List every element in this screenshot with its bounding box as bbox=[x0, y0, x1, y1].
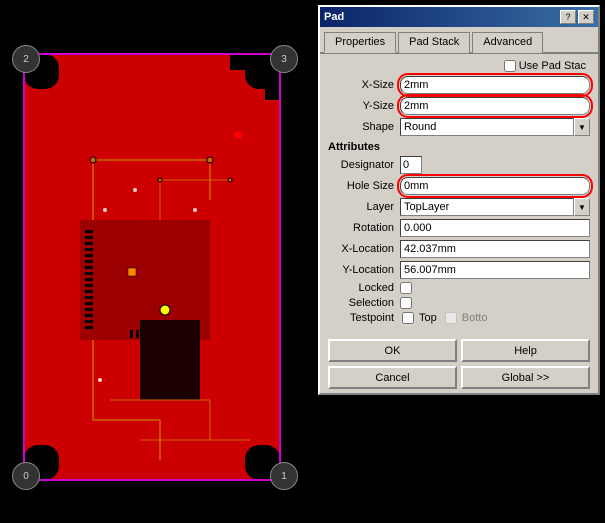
hole-size-row: Hole Size bbox=[328, 177, 590, 195]
testpoint-top-label: Top bbox=[419, 312, 437, 324]
shape-row: Shape ▼ bbox=[328, 118, 590, 136]
dialog-buttons-row2: Cancel Global >> bbox=[320, 366, 598, 393]
shape-input[interactable] bbox=[400, 118, 574, 136]
rotation-input[interactable] bbox=[400, 219, 590, 237]
testpoint-row: Testpoint Top Botto bbox=[328, 312, 590, 324]
help-dialog-button[interactable]: Help bbox=[461, 339, 590, 362]
use-pad-stac-row: Use Pad Stac bbox=[328, 60, 590, 72]
x-location-label: X-Location bbox=[328, 243, 400, 255]
y-size-input[interactable] bbox=[400, 97, 590, 115]
locked-checkbox[interactable] bbox=[400, 282, 412, 294]
designator-row: Designator bbox=[328, 156, 590, 174]
hole-size-input[interactable] bbox=[400, 177, 590, 195]
hole-size-label: Hole Size bbox=[328, 180, 400, 192]
dialog-buttons-row1: OK Help bbox=[320, 333, 598, 366]
use-pad-stac-label: Use Pad Stac bbox=[519, 60, 586, 72]
selection-checkbox[interactable] bbox=[400, 297, 412, 309]
y-location-label: Y-Location bbox=[328, 264, 400, 276]
shape-label: Shape bbox=[328, 121, 400, 133]
pcb-canvas: 2 3 0 1 bbox=[0, 0, 310, 523]
pcb-board bbox=[10, 40, 295, 495]
titlebar-buttons: ? ✕ bbox=[560, 10, 594, 24]
x-size-label: X-Size bbox=[328, 79, 400, 91]
layer-dropdown-container: ▼ bbox=[400, 198, 590, 216]
corner-marker-bl: 0 bbox=[12, 462, 40, 490]
ok-button[interactable]: OK bbox=[328, 339, 457, 362]
testpoint-bottom-checkbox[interactable] bbox=[445, 312, 457, 324]
tab-advanced[interactable]: Advanced bbox=[472, 32, 543, 53]
testpoint-bottom-option: Botto bbox=[445, 312, 488, 324]
layer-row: Layer ▼ bbox=[328, 198, 590, 216]
layer-label: Layer bbox=[328, 201, 400, 213]
y-location-input[interactable] bbox=[400, 261, 590, 279]
y-size-row: Y-Size bbox=[328, 97, 590, 115]
shape-dropdown-container: ▼ bbox=[400, 118, 590, 136]
close-button[interactable]: ✕ bbox=[578, 10, 594, 24]
testpoint-top-option: Top bbox=[402, 312, 437, 324]
layer-dropdown-btn[interactable]: ▼ bbox=[574, 198, 590, 216]
testpoint-bottom-label: Botto bbox=[462, 312, 488, 324]
corner-marker-tl: 2 bbox=[12, 45, 40, 73]
tab-properties[interactable]: Properties bbox=[324, 32, 396, 53]
x-location-row: X-Location bbox=[328, 240, 590, 258]
rotation-row: Rotation bbox=[328, 219, 590, 237]
x-size-input[interactable] bbox=[400, 76, 590, 94]
selection-row: Selection bbox=[328, 297, 590, 309]
attributes-header: Attributes bbox=[328, 141, 590, 153]
selection-label: Selection bbox=[328, 297, 400, 309]
dialog-content: Use Pad Stac X-Size Y-Size Shape ▼ Attri… bbox=[320, 54, 598, 333]
dialog-title: Pad bbox=[324, 11, 344, 23]
shape-dropdown-btn[interactable]: ▼ bbox=[574, 118, 590, 136]
tab-padstack[interactable]: Pad Stack bbox=[398, 32, 470, 53]
pad-dialog: Pad ? ✕ Properties Pad Stack Advanced Us… bbox=[318, 5, 600, 395]
corner-marker-br: 1 bbox=[270, 462, 298, 490]
corner-marker-tr: 3 bbox=[270, 45, 298, 73]
designator-label: Designator bbox=[328, 159, 400, 171]
designator-input[interactable] bbox=[400, 156, 422, 174]
layer-input[interactable] bbox=[400, 198, 574, 216]
testpoint-options: Top Botto bbox=[402, 312, 487, 324]
tab-bar: Properties Pad Stack Advanced bbox=[320, 27, 598, 54]
help-button[interactable]: ? bbox=[560, 10, 576, 24]
testpoint-top-checkbox[interactable] bbox=[402, 312, 414, 324]
global-button[interactable]: Global >> bbox=[461, 366, 590, 389]
y-size-label: Y-Size bbox=[328, 100, 400, 112]
cancel-button[interactable]: Cancel bbox=[328, 366, 457, 389]
locked-row: Locked bbox=[328, 282, 590, 294]
x-location-input[interactable] bbox=[400, 240, 590, 258]
x-size-row: X-Size bbox=[328, 76, 590, 94]
rotation-label: Rotation bbox=[328, 222, 400, 234]
y-location-row: Y-Location bbox=[328, 261, 590, 279]
use-pad-stac-checkbox[interactable] bbox=[504, 60, 516, 72]
locked-label: Locked bbox=[328, 282, 400, 294]
dialog-titlebar: Pad ? ✕ bbox=[320, 7, 598, 27]
testpoint-label: Testpoint bbox=[328, 312, 400, 324]
